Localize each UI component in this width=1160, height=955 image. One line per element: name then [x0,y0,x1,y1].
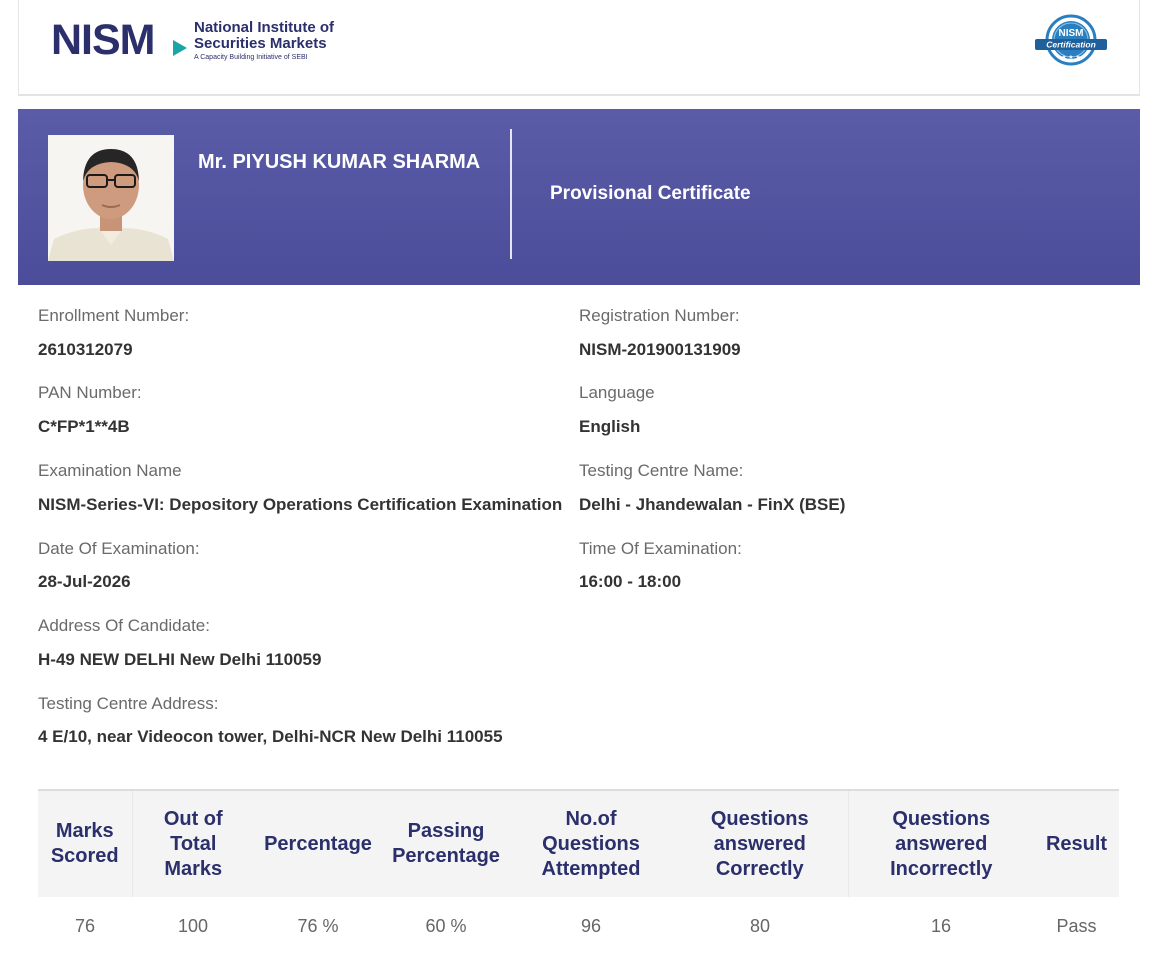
questions-correct-value: 80 [749,915,771,936]
testing-centre-address-label: Testing Centre Address: [38,694,219,713]
candidate-banner: Mr. PIYUSH KUMAR SHARMA Provisional Cert… [18,109,1140,285]
exam-date-label: Date Of Examination: [38,539,200,558]
candidate-name: Mr. PIYUSH KUMAR SHARMA [198,151,481,173]
enrollment-number-value: 2610312079 [38,340,133,359]
pan-number-value: C*FP*1**4B [38,417,130,436]
logo-mark: NISM [51,16,155,64]
banner-divider [510,129,512,259]
examination-name-label: Examination Name [38,461,182,480]
nism-logo: NISM National Institute of Securities Ma… [51,16,335,64]
exam-time-value: 16:00 - 18:00 [579,572,682,591]
enrollment-number-label: Enrollment Number: [38,306,190,325]
header-marks-scored: Marks Scored [38,789,132,897]
result-value: Pass [1056,915,1097,936]
registration-number-label: Registration Number: [579,306,740,325]
language-value: English [579,417,641,436]
results-header-row: Marks Scored Out of Total Marks Percentage … [38,789,1119,897]
header-questions-attempted: No.of Questions Attempted [510,789,672,897]
results-value-row: 76 100 76 % 60 % 96 80 16 Pass [38,897,1119,955]
header-questions-correct: Questions answered Correctly [672,789,848,897]
candidate-address-value: H-49 NEW DELHI New Delhi 110059 [38,650,322,669]
page-header: NISM National Institute of Securities Ma… [18,0,1140,96]
registration-number-value: NISM-201900131909 [579,340,741,359]
questions-attempted-value: 96 [580,915,602,936]
certificate-page: NISM National Institute of Securities Ma… [0,0,1160,954]
header-questions-incorrect: Questions answered Incorrectly [847,789,1034,897]
questions-incorrect-value: 16 [930,915,952,936]
svg-text:★ ★ ★: ★ ★ ★ [1061,54,1080,61]
results-table: Marks Scored Out of Total Marks Percentage … [38,789,1119,955]
testing-centre-name-label: Testing Centre Name: [579,461,744,480]
logo-line-2: Securities Markets [194,35,327,52]
badge-ribbon-text: Certification [1046,40,1096,50]
logo-play-icon [173,40,187,56]
header-passing-percentage: Passing Percentage [382,789,510,897]
candidate-address-label: Address Of Candidate: [38,616,210,635]
exam-time-label: Time Of Examination: [579,539,742,558]
header-percentage: Percentage [254,789,382,897]
testing-centre-address-value: 4 E/10, near Videocon tower, Delhi-NCR N… [38,727,503,746]
examination-name-value: NISM-Series-VI: Depository Operations Ce… [38,495,563,514]
percentage-value: 76 % [297,915,339,936]
badge-top-text: NISM [1059,28,1084,39]
testing-centre-name-value: Delhi - Jhandewalan - FinX (BSE) [579,495,846,514]
certificate-title: Provisional Certificate [550,183,751,204]
logo-line-1: National Institute of [194,19,335,36]
candidate-photo [48,135,174,261]
header-result: Result [1034,789,1119,897]
candidate-avatar-icon [48,135,174,261]
logo-tagline: A Capacity Building Initiative of SEBI [194,54,308,61]
pan-number-label: PAN Number: [38,383,142,402]
marks-scored-value: 76 [74,915,96,936]
header-total-marks: Out of Total Marks [131,789,254,897]
nism-certification-badge-icon: NISM Certification ★ ★ ★ [1035,14,1107,66]
passing-percentage-value: 60 % [425,915,467,936]
total-marks-value: 100 [177,915,209,936]
exam-date-value: 28-Jul-2026 [38,572,131,591]
language-label: Language [579,383,655,402]
